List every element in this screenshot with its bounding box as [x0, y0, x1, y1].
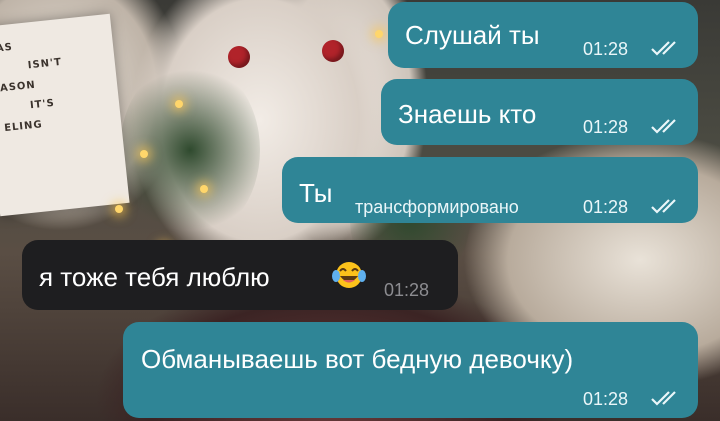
- message-bubble-outgoing[interactable]: Ты трансформировано 01:28: [282, 157, 698, 223]
- message-text: я тоже тебя люблю: [39, 262, 270, 292]
- message-bubble-outgoing[interactable]: Знаешь кто 01:28: [381, 79, 698, 145]
- double-check-icon: [651, 391, 676, 406]
- message-time: 01:28: [384, 280, 430, 300]
- wallpaper-light: [175, 100, 183, 108]
- wallpaper-light: [140, 150, 148, 158]
- face-with-tears-of-joy-icon: [332, 262, 366, 288]
- message-text: Обманываешь вот бедную девочку): [141, 344, 574, 374]
- message-time: 01:28: [583, 39, 629, 59]
- message-text: Слушай ты: [405, 20, 540, 50]
- message-bubble-outgoing[interactable]: Слушай ты 01:28: [388, 2, 698, 68]
- message-edited-label: трансформировано: [355, 197, 519, 217]
- message-text: Знаешь кто: [398, 99, 537, 129]
- message-bubble-outgoing[interactable]: Обманываешь вот бедную девочку) 01:28: [123, 322, 698, 418]
- wallpaper-light: [115, 205, 123, 213]
- double-check-icon: [651, 199, 676, 214]
- wallpaper-light: [375, 30, 383, 38]
- message-text: Ты: [299, 178, 333, 208]
- message-time: 01:28: [583, 117, 629, 137]
- wallpaper-reindeer-nose: [228, 46, 250, 68]
- message-time: 01:28: [583, 389, 629, 409]
- double-check-icon: [651, 119, 676, 134]
- wallpaper-reindeer-nose: [322, 40, 344, 62]
- message-time: 01:28: [583, 197, 629, 217]
- message-bubble-incoming[interactable]: я тоже тебя люблю 01:28: [22, 240, 458, 310]
- wallpaper-light: [200, 185, 208, 193]
- wallpaper-sign-text: AS ISN'T ASON IT'S ELING: [0, 41, 63, 135]
- double-check-icon: [651, 41, 676, 56]
